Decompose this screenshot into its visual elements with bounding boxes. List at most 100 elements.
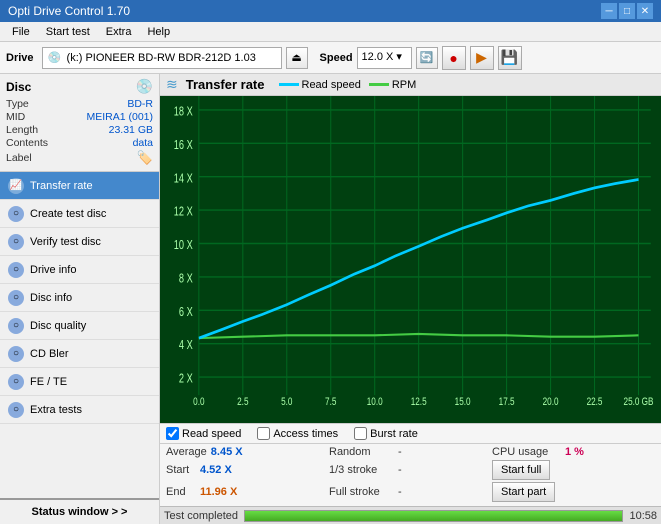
svg-text:5.0: 5.0 bbox=[281, 396, 293, 409]
nav-icon-bler: ○ bbox=[8, 346, 24, 362]
sidebar: Disc 💿 Type BD-R MID MEIRA1 (001) Length… bbox=[0, 74, 160, 524]
save-button[interactable]: 💾 bbox=[498, 46, 522, 70]
svg-text:12 X: 12 X bbox=[174, 205, 193, 219]
disc-action-btn2[interactable]: ▶ bbox=[470, 46, 494, 70]
menu-start-test[interactable]: Start test bbox=[38, 24, 98, 40]
disc-label-row: Label 🏷️ bbox=[6, 150, 153, 166]
svg-text:0.0: 0.0 bbox=[193, 396, 205, 409]
nav-label-fete: FE / TE bbox=[30, 376, 67, 388]
svg-text:10 X: 10 X bbox=[174, 239, 193, 253]
legend-rpm: RPM bbox=[369, 79, 416, 91]
chart-area: ≋ Transfer rate Read speed RPM bbox=[160, 74, 661, 524]
chart-controls: Read speed Access times Burst rate bbox=[160, 423, 661, 443]
svg-text:4 X: 4 X bbox=[179, 339, 193, 353]
menu-file[interactable]: File bbox=[4, 24, 38, 40]
disc-action-btn1[interactable]: ● bbox=[442, 46, 466, 70]
status-window-button[interactable]: Status window > > bbox=[0, 498, 159, 524]
length-key: Length bbox=[6, 124, 38, 136]
nav-icon-verify: ○ bbox=[8, 234, 24, 250]
svg-text:22.5: 22.5 bbox=[587, 396, 603, 409]
legend-label-read: Read speed bbox=[302, 79, 361, 91]
legend-read-speed: Read speed bbox=[279, 79, 361, 91]
type-val: BD-R bbox=[127, 98, 153, 110]
disc-mid-row: MID MEIRA1 (001) bbox=[6, 111, 153, 123]
checkbox-access-times[interactable]: Access times bbox=[257, 427, 338, 440]
maximize-button[interactable]: □ bbox=[619, 3, 635, 19]
checkbox-read-speed[interactable]: Read speed bbox=[166, 427, 241, 440]
nav-extra-tests[interactable]: ○ Extra tests bbox=[0, 396, 159, 424]
svg-text:7.5: 7.5 bbox=[325, 396, 337, 409]
svg-text:10.0: 10.0 bbox=[367, 396, 383, 409]
nav-transfer-rate[interactable]: 📈 Transfer rate bbox=[0, 172, 159, 200]
menu-extra[interactable]: Extra bbox=[98, 24, 140, 40]
svg-text:20.0: 20.0 bbox=[543, 396, 559, 409]
menubar: File Start test Extra Help bbox=[0, 22, 661, 42]
svg-text:12.5: 12.5 bbox=[411, 396, 427, 409]
nav-label-extra: Extra tests bbox=[30, 404, 82, 416]
disc-icon: 💿 bbox=[136, 78, 153, 95]
stat-stroke2: Full stroke - bbox=[329, 482, 492, 502]
end-val: 11.96 X bbox=[200, 486, 240, 498]
speed-label: Speed bbox=[320, 52, 353, 64]
chart-header: ≋ Transfer rate Read speed RPM bbox=[160, 74, 661, 96]
nav-verify-test-disc[interactable]: ○ Verify test disc bbox=[0, 228, 159, 256]
refresh-button[interactable]: 🔄 bbox=[416, 47, 438, 69]
nav-label-disc: Disc info bbox=[30, 292, 72, 304]
disc-type-row: Type BD-R bbox=[6, 98, 153, 110]
drive-select[interactable]: 💿 (k:) PIONEER BD-RW BDR-212D 1.03 bbox=[42, 47, 282, 69]
drive-label: Drive bbox=[6, 52, 34, 64]
titlebar-title: Opti Drive Control 1.70 bbox=[8, 4, 599, 18]
checkbox-burst-rate-input[interactable] bbox=[354, 427, 367, 440]
contents-key: Contents bbox=[6, 137, 48, 149]
nav-cd-bler[interactable]: ○ CD Bler bbox=[0, 340, 159, 368]
status-btn-label: Status window > > bbox=[32, 506, 128, 518]
stat-start-full: Start full bbox=[492, 460, 655, 480]
start-full-button[interactable]: Start full bbox=[492, 460, 550, 480]
progress-bar-fill bbox=[245, 511, 622, 521]
stats-panel: Average 8.45 X Random - CPU usage 1 % St… bbox=[160, 443, 661, 506]
stat-stroke1: 1/3 stroke - bbox=[329, 460, 492, 480]
stat-end: End 11.96 X bbox=[166, 482, 329, 502]
nav-disc-quality[interactable]: ○ Disc quality bbox=[0, 312, 159, 340]
minimize-button[interactable]: ─ bbox=[601, 3, 617, 19]
nav-label-transfer: Transfer rate bbox=[30, 180, 93, 192]
svg-text:25.0 GB: 25.0 GB bbox=[624, 396, 654, 409]
disc-length-row: Length 23.31 GB bbox=[6, 124, 153, 136]
start-part-button[interactable]: Start part bbox=[492, 482, 555, 502]
nav-label-create: Create test disc bbox=[30, 208, 106, 220]
nav-label-quality: Disc quality bbox=[30, 320, 86, 332]
checkbox-read-speed-input[interactable] bbox=[166, 427, 179, 440]
rand-val: - bbox=[398, 446, 402, 458]
close-button[interactable]: ✕ bbox=[637, 3, 653, 19]
checkbox-burst-rate[interactable]: Burst rate bbox=[354, 427, 418, 440]
menu-help[interactable]: Help bbox=[139, 24, 178, 40]
legend-label-rpm: RPM bbox=[392, 79, 416, 91]
stroke1-label: 1/3 stroke bbox=[329, 464, 394, 476]
nav-menu: 📈 Transfer rate ○ Create test disc ○ Ver… bbox=[0, 172, 159, 498]
chart-wave-icon: ≋ bbox=[166, 76, 178, 93]
stats-row-2: Start 4.52 X 1/3 stroke - Start full bbox=[166, 460, 655, 480]
progress-bar bbox=[244, 510, 623, 522]
nav-create-test-disc[interactable]: ○ Create test disc bbox=[0, 200, 159, 228]
disc-contents-row: Contents data bbox=[6, 137, 153, 149]
titlebar: Opti Drive Control 1.70 ─ □ ✕ bbox=[0, 0, 661, 22]
nav-label-bler: CD Bler bbox=[30, 348, 69, 360]
svg-text:14 X: 14 X bbox=[174, 172, 193, 186]
nav-fe-te[interactable]: ○ FE / TE bbox=[0, 368, 159, 396]
stats-row-3: End 11.96 X Full stroke - Start part bbox=[166, 482, 655, 502]
speed-select[interactable]: 12.0 X ▾ bbox=[357, 47, 412, 69]
nav-drive-info[interactable]: ○ Drive info bbox=[0, 256, 159, 284]
legend-color-rpm bbox=[369, 83, 389, 86]
nav-icon-disc: ○ bbox=[8, 290, 24, 306]
checkbox-access-times-input[interactable] bbox=[257, 427, 270, 440]
disc-info-panel: Disc 💿 Type BD-R MID MEIRA1 (001) Length… bbox=[0, 74, 159, 172]
label-icon: 🏷️ bbox=[137, 150, 153, 166]
svg-text:2 X: 2 X bbox=[179, 372, 193, 386]
chart-container: 18 X 16 X 14 X 12 X 10 X 8 X 6 X 4 X 2 X… bbox=[160, 96, 661, 423]
stroke2-val: - bbox=[398, 486, 402, 498]
start-val: 4.52 X bbox=[200, 464, 240, 476]
eject-button[interactable]: ⏏ bbox=[286, 47, 308, 69]
stat-random: Random - bbox=[329, 446, 492, 458]
nav-disc-info[interactable]: ○ Disc info bbox=[0, 284, 159, 312]
rand-label: Random bbox=[329, 446, 394, 458]
